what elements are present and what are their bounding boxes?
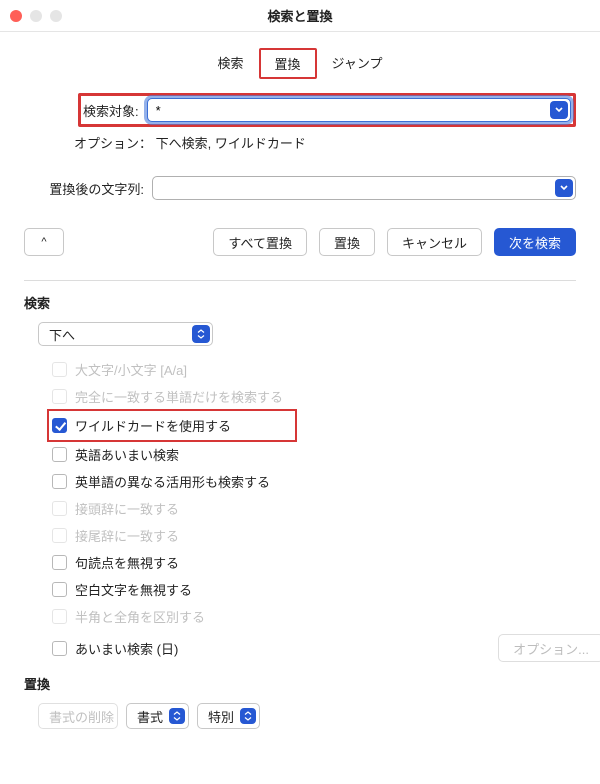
traffic-lights bbox=[10, 10, 62, 22]
checkbox bbox=[52, 362, 67, 377]
search-target-combo[interactable] bbox=[147, 98, 571, 122]
replace-with-dropdown-icon[interactable] bbox=[555, 179, 573, 197]
cancel-button[interactable]: キャンセル bbox=[387, 228, 482, 256]
tab-bar: 検索 置換 ジャンプ bbox=[24, 48, 576, 79]
check-wildcard[interactable]: ワイルドカードを使用する bbox=[48, 410, 296, 441]
checkbox[interactable] bbox=[52, 474, 67, 489]
updown-icon bbox=[240, 708, 256, 724]
replace-all-button[interactable]: すべて置換 bbox=[213, 228, 307, 256]
check-label: 接尾辞に一致する bbox=[75, 526, 179, 545]
check-english-fuzzy[interactable]: 英語あいまい検索 bbox=[52, 441, 576, 468]
check-label: 英語あいまい検索 bbox=[75, 445, 179, 464]
title-bar: 検索と置換 bbox=[0, 0, 600, 32]
checkbox bbox=[52, 528, 67, 543]
action-button-row: ^ すべて置換 置換 キャンセル 次を検索 bbox=[24, 228, 576, 256]
search-section-head: 検索 bbox=[24, 293, 576, 312]
divider bbox=[24, 280, 576, 281]
check-match-case: 大文字/小文字 [A/a] bbox=[52, 356, 576, 383]
search-target-input[interactable] bbox=[156, 101, 550, 120]
check-label: 大文字/小文字 [A/a] bbox=[75, 360, 187, 379]
updown-icon bbox=[169, 708, 185, 724]
zoom-window-button bbox=[50, 10, 62, 22]
search-target-row: 検索対象: bbox=[78, 93, 576, 127]
checkbox bbox=[52, 609, 67, 624]
check-label: 半角と全角を区別する bbox=[75, 607, 205, 626]
search-options-summary: オプション： 下へ検索, ワイルドカード bbox=[74, 133, 576, 152]
check-label: 空白文字を無視する bbox=[75, 580, 192, 599]
checkbox bbox=[52, 501, 67, 516]
replace-with-label: 置換後の文字列: bbox=[36, 179, 144, 198]
checkbox[interactable] bbox=[52, 582, 67, 597]
format-menu-button[interactable]: 書式 bbox=[126, 703, 189, 729]
check-label: ワイルドカードを使用する bbox=[75, 416, 231, 435]
search-direction-select[interactable]: 下へ bbox=[38, 322, 213, 346]
search-options-list: 大文字/小文字 [A/a] 完全に一致する単語だけを検索する ワイルドカードを使… bbox=[52, 356, 576, 666]
dialog-content: 検索 置換 ジャンプ 検索対象: オプション： 下へ検索, ワイルドカード 置換… bbox=[0, 32, 600, 745]
checkbox[interactable] bbox=[52, 555, 67, 570]
close-window-button[interactable] bbox=[10, 10, 22, 22]
check-label: あいまい検索 (日) bbox=[75, 639, 178, 658]
check-label: 英単語の異なる活用形も検索する bbox=[75, 472, 270, 491]
checkbox[interactable] bbox=[52, 418, 67, 433]
check-ignore-punct[interactable]: 句読点を無視する bbox=[52, 549, 576, 576]
check-whole-word: 完全に一致する単語だけを検索する bbox=[52, 383, 576, 410]
search-target-dropdown-icon[interactable] bbox=[550, 101, 568, 119]
replace-tool-row: 書式の削除 書式 特別 bbox=[38, 703, 576, 729]
fuzzy-options-button: オプション... bbox=[498, 634, 600, 662]
chevron-up-icon: ^ bbox=[41, 236, 46, 248]
check-english-inflection[interactable]: 英単語の異なる活用形も検索する bbox=[52, 468, 576, 495]
checkbox[interactable] bbox=[52, 447, 67, 462]
tab-search[interactable]: 検索 bbox=[203, 48, 259, 79]
check-prefix: 接頭辞に一致する bbox=[52, 495, 576, 522]
replace-with-combo[interactable] bbox=[152, 176, 576, 200]
checkbox bbox=[52, 389, 67, 404]
window-title: 検索と置換 bbox=[10, 6, 590, 25]
tab-jump[interactable]: ジャンプ bbox=[317, 48, 398, 79]
check-label: 完全に一致する単語だけを検索する bbox=[75, 387, 283, 406]
tab-replace[interactable]: 置換 bbox=[259, 48, 317, 79]
replace-button[interactable]: 置換 bbox=[319, 228, 375, 256]
replace-section: 置換 書式の削除 書式 特別 bbox=[24, 674, 576, 729]
minimize-window-button bbox=[30, 10, 42, 22]
check-ignore-space[interactable]: 空白文字を無視する bbox=[52, 576, 576, 603]
checkbox[interactable] bbox=[52, 641, 67, 656]
check-jp-fuzzy-row: あいまい検索 (日) オプション... bbox=[52, 630, 576, 666]
replace-with-row: 置換後の文字列: bbox=[36, 176, 576, 200]
updown-icon bbox=[192, 325, 210, 343]
check-label: 接頭辞に一致する bbox=[75, 499, 179, 518]
special-menu-button[interactable]: 特別 bbox=[197, 703, 260, 729]
replace-section-head: 置換 bbox=[24, 674, 576, 693]
search-target-label: 検索対象: bbox=[83, 101, 139, 120]
find-next-button[interactable]: 次を検索 bbox=[494, 228, 576, 256]
delete-formatting-button: 書式の削除 bbox=[38, 703, 118, 729]
collapse-toggle-button[interactable]: ^ bbox=[24, 228, 64, 256]
check-ignore-width: 半角と全角を区別する bbox=[52, 603, 576, 630]
check-label: 句読点を無視する bbox=[75, 553, 179, 572]
check-suffix: 接尾辞に一致する bbox=[52, 522, 576, 549]
search-direction-value: 下へ bbox=[49, 325, 192, 344]
replace-with-input[interactable] bbox=[161, 179, 555, 198]
